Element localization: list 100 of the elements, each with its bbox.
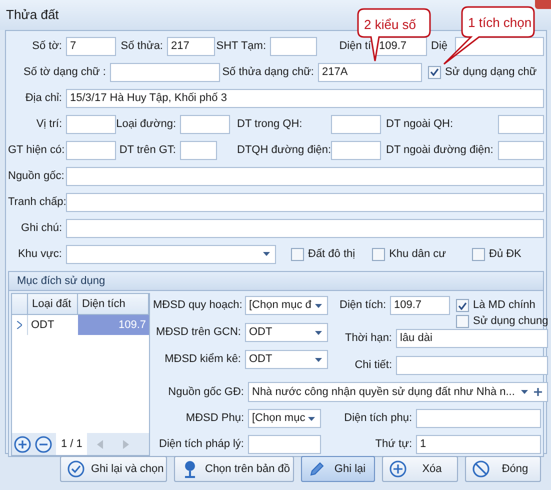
callout-text: 2 kiểu số: [364, 16, 416, 34]
check-icon: [458, 302, 467, 310]
table-cell: 109.7: [78, 315, 149, 335]
action-button[interactable]: Xóa: [382, 456, 458, 482]
field-label: MĐSD quy hoạch:: [153, 298, 244, 314]
checkbox-label: Sử dụng dạng chữ: [445, 64, 537, 80]
field-label: Nguồn gốc GĐ:: [167, 384, 245, 400]
input-field[interactable]: [66, 192, 544, 212]
pager-text: 1 / 1: [56, 433, 88, 455]
field-label: Số tờ:: [31, 38, 63, 54]
dropdown[interactable]: [Chọn mục: [248, 409, 321, 428]
window-title: Thửa đất: [6, 6, 59, 24]
field-label: Nguồn gốc:: [8, 168, 66, 184]
check-circle-icon: [67, 460, 85, 478]
checkbox-label: Sử dụng chung: [473, 314, 548, 330]
action-button[interactable]: Chọn trên bản đồ: [174, 456, 294, 482]
pencil-icon: [308, 460, 326, 478]
input-field[interactable]: [416, 409, 541, 428]
field-label: Diện tí: [338, 38, 372, 54]
input-field[interactable]: 217: [167, 36, 215, 56]
input-field[interactable]: 15/3/17 Hà Huy Tập, Khối phố 3: [66, 88, 544, 108]
input-field[interactable]: 217A: [318, 62, 422, 82]
input-field[interactable]: [110, 62, 220, 82]
input-field[interactable]: [66, 218, 544, 238]
field-label: MĐSD trên GCN:: [155, 325, 242, 340]
checkbox-label: Đất đô thị: [308, 246, 356, 262]
action-button[interactable]: Đóng: [465, 456, 541, 482]
input-field[interactable]: 1: [416, 435, 541, 454]
column-header[interactable]: Diện tích: [78, 294, 149, 314]
input-field[interactable]: 109.7: [390, 296, 450, 315]
dropdown[interactable]: Nhà nước công nhận quyền sử dụng đất như Nhà n...: [248, 382, 548, 402]
column-header[interactable]: Loại đất: [28, 294, 78, 314]
caret-icon: [315, 358, 322, 362]
plus-circle-icon: [389, 460, 407, 478]
check-icon: [430, 68, 439, 76]
add-icon: [534, 388, 542, 396]
remove-icon: [35, 436, 52, 452]
dropdown[interactable]: [66, 244, 276, 264]
dropdown[interactable]: ODT: [245, 350, 328, 369]
checkbox[interactable]: [456, 299, 469, 312]
row-pointer-icon: [17, 321, 22, 329]
input-field[interactable]: lâu dài: [396, 329, 548, 348]
caret-icon: [315, 330, 322, 334]
field-label: DT ngoài đường điện:: [385, 142, 494, 158]
field-label: Tranh chấp:: [8, 194, 66, 210]
previous-icon: [97, 440, 104, 448]
checkbox[interactable]: [291, 248, 304, 260]
field-label: Số thửa:: [120, 38, 164, 54]
field-label: Chi tiết:: [354, 358, 393, 374]
caret-icon: [308, 416, 315, 420]
field-label: Số tờ dạng chữ :: [22, 64, 107, 80]
dropdown[interactable]: ODT: [245, 323, 328, 342]
input-field[interactable]: 7: [66, 36, 116, 56]
input-field[interactable]: [66, 114, 116, 134]
checkbox-label: Là MD chính: [473, 298, 536, 314]
field-label: Thời hạn:: [344, 331, 393, 346]
input-field[interactable]: [248, 435, 321, 454]
field-label: Ghi chú:: [20, 220, 63, 236]
input-field[interactable]: [180, 140, 217, 160]
field-label: SHT Tạm:: [215, 38, 267, 54]
action-button[interactable]: Ghi lại: [301, 456, 375, 482]
caret-icon: [263, 252, 270, 256]
action-button[interactable]: Ghi lại và chọn: [60, 456, 167, 482]
input-field[interactable]: [498, 140, 544, 160]
caret-icon: [315, 304, 322, 308]
checkbox[interactable]: [472, 248, 485, 260]
input-field[interactable]: [396, 356, 548, 375]
checkbox[interactable]: [456, 315, 469, 328]
field-label: DT ngoài QH:: [385, 116, 454, 132]
input-field[interactable]: [66, 140, 116, 160]
input-field[interactable]: [331, 140, 381, 160]
field-label: GT hiện có:: [8, 142, 66, 158]
input-field[interactable]: [498, 114, 544, 134]
caret-icon: [520, 390, 528, 394]
field-label: Thứ tự:: [374, 437, 413, 452]
field-label: Vị trí:: [35, 116, 63, 132]
field-label: Diệ: [430, 38, 449, 54]
field-label: Diện tích:: [338, 298, 387, 314]
field-label: DT trên GT:: [118, 142, 177, 158]
next-icon: [123, 440, 130, 448]
field-label: Khu vực:: [16, 246, 63, 262]
checkbox[interactable]: [372, 248, 386, 260]
group-title: Mục đích sử dụng: [17, 274, 106, 289]
prohibited-icon: [472, 460, 490, 478]
close-button[interactable]: [535, 0, 551, 9]
dropdown[interactable]: [Chọn mục đ: [245, 296, 328, 315]
input-field[interactable]: [66, 166, 544, 186]
field-label: Địa chỉ:: [24, 90, 63, 106]
field-label: MĐSD kiểm kê:: [164, 352, 242, 368]
input-field[interactable]: [180, 114, 230, 134]
field-label: Số thửa dạng chữ:: [221, 64, 315, 80]
field-label: MĐSD Phụ:: [184, 411, 245, 426]
input-field[interactable]: [331, 114, 381, 134]
field-label: Diện tích phụ:: [343, 411, 413, 426]
field-label: Loại đường:: [116, 116, 177, 132]
checkbox[interactable]: [428, 66, 441, 78]
checkbox-label: Đủ ĐK: [489, 246, 522, 262]
callout-text: 1 tích chọn: [468, 14, 532, 32]
checkbox-label: Khu dân cư: [389, 246, 446, 262]
input-field[interactable]: [270, 36, 317, 56]
